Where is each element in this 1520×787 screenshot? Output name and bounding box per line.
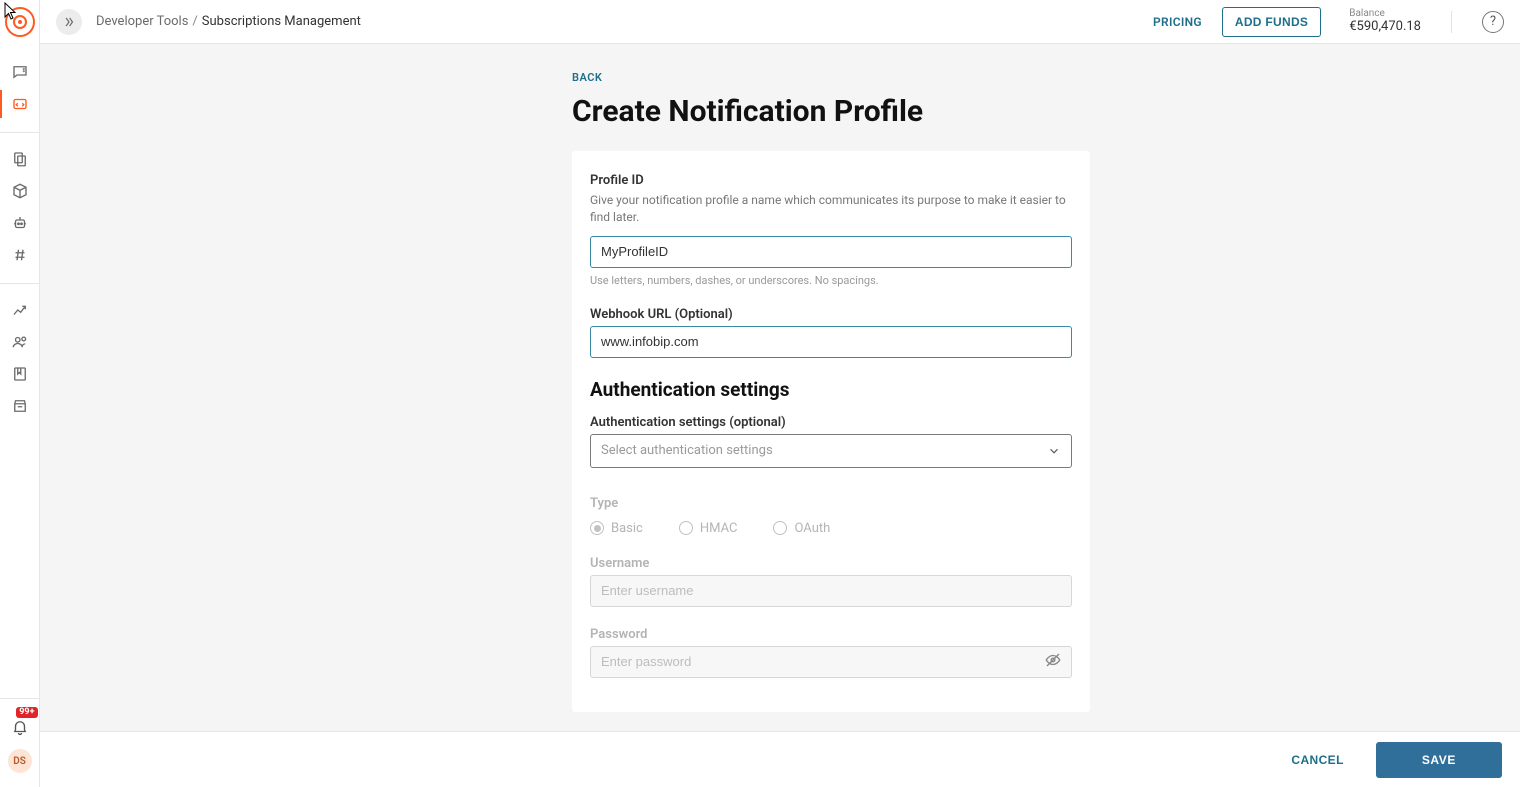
eye-off-icon bbox=[1044, 651, 1062, 669]
auth-select-placeholder: Select authentication settings bbox=[601, 443, 773, 458]
radio-oauth[interactable]: OAuth bbox=[773, 521, 830, 536]
notification-badge: 99+ bbox=[16, 707, 37, 718]
nav-hash-icon[interactable] bbox=[0, 239, 40, 271]
type-label: Type bbox=[590, 496, 1072, 511]
header-divider bbox=[1451, 11, 1452, 33]
left-rail: 99+ DS bbox=[0, 0, 40, 787]
nav-robot-icon[interactable] bbox=[0, 207, 40, 239]
pricing-link[interactable]: PRICING bbox=[1153, 15, 1202, 29]
auth-select-label: Authentication settings (optional) bbox=[590, 415, 1072, 430]
webhook-label: Webhook URL (Optional) bbox=[590, 307, 1072, 322]
breadcrumb: Developer Tools / Subscriptions Manageme… bbox=[96, 14, 361, 29]
top-header: Developer Tools / Subscriptions Manageme… bbox=[40, 0, 1520, 44]
notifications-bell[interactable]: 99+ bbox=[0, 713, 40, 741]
form-card: Profile ID Give your notification profil… bbox=[572, 151, 1090, 712]
webhook-input[interactable] bbox=[590, 326, 1072, 358]
page-content: BACK Create Notification Profile Profile… bbox=[40, 44, 1520, 787]
password-label: Password bbox=[590, 627, 1072, 642]
auth-type-radios: Basic HMAC OAuth bbox=[590, 521, 1072, 536]
radio-circle-basic-icon bbox=[590, 521, 604, 535]
breadcrumb-separator: / bbox=[192, 14, 197, 29]
chevron-down-icon bbox=[1047, 444, 1061, 458]
back-link[interactable]: BACK bbox=[572, 71, 602, 84]
cancel-button[interactable]: CANCEL bbox=[1277, 743, 1357, 777]
nav-bookmark-list-icon[interactable] bbox=[0, 358, 40, 390]
balance-value: €590,470.18 bbox=[1349, 20, 1421, 35]
username-label: Username bbox=[590, 556, 1072, 571]
add-funds-button[interactable]: ADD FUNDS bbox=[1222, 7, 1321, 37]
radio-hmac[interactable]: HMAC bbox=[679, 521, 738, 536]
profile-id-hint: Use letters, numbers, dashes, or undersc… bbox=[590, 274, 1072, 287]
nav-dev-tools-icon[interactable] bbox=[0, 88, 40, 120]
form-footer: CANCEL SAVE bbox=[40, 731, 1520, 787]
app-logo[interactable] bbox=[0, 0, 40, 44]
profile-id-desc: Give your notification profile a name wh… bbox=[590, 192, 1072, 226]
breadcrumb-current: Subscriptions Management bbox=[202, 14, 361, 29]
nav-copy-icon[interactable] bbox=[0, 143, 40, 175]
radio-circle-oauth-icon bbox=[773, 521, 787, 535]
profile-id-label: Profile ID bbox=[590, 173, 1072, 188]
nav-analytics-icon[interactable] bbox=[0, 294, 40, 326]
auth-settings-select[interactable]: Select authentication settings bbox=[590, 434, 1072, 468]
nav-store-icon[interactable] bbox=[0, 390, 40, 422]
expand-sidebar-button[interactable] bbox=[56, 9, 82, 35]
nav-people-icon[interactable] bbox=[0, 326, 40, 358]
page-title: Create Notification Profile bbox=[572, 94, 1072, 129]
breadcrumb-parent[interactable]: Developer Tools bbox=[96, 14, 188, 29]
save-button[interactable]: SAVE bbox=[1376, 742, 1502, 778]
password-input bbox=[590, 646, 1072, 678]
auth-section-title: Authentication settings bbox=[590, 378, 1072, 401]
nav-chat-icon[interactable] bbox=[0, 56, 40, 88]
radio-circle-hmac-icon bbox=[679, 521, 693, 535]
username-input bbox=[590, 575, 1072, 607]
user-avatar[interactable]: DS bbox=[8, 749, 32, 773]
password-visibility-toggle[interactable] bbox=[1044, 651, 1062, 673]
nav-package-icon[interactable] bbox=[0, 175, 40, 207]
radio-basic[interactable]: Basic bbox=[590, 521, 643, 536]
balance-display: Balance €590,470.18 bbox=[1349, 8, 1421, 34]
profile-id-input[interactable] bbox=[590, 236, 1072, 268]
help-button[interactable]: ? bbox=[1482, 11, 1504, 33]
